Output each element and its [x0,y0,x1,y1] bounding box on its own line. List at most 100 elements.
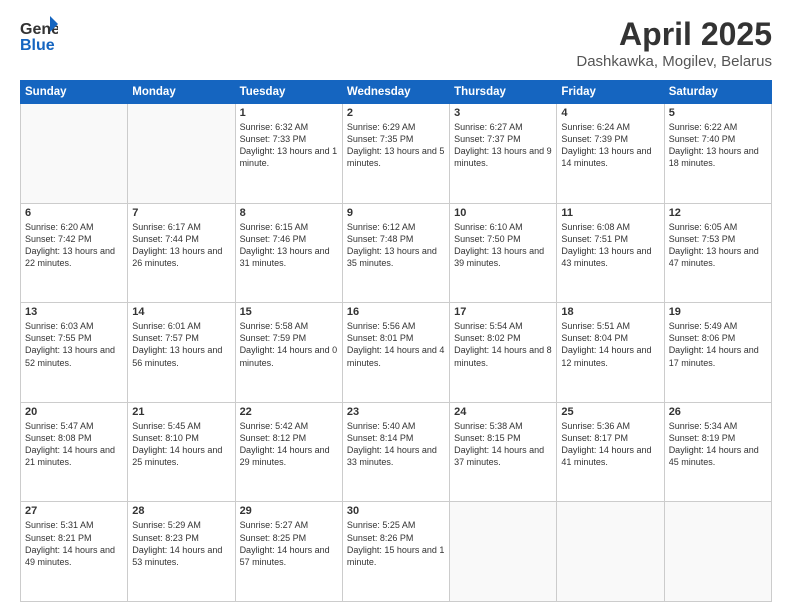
calendar-cell: 6Sunrise: 6:20 AM Sunset: 7:42 PM Daylig… [21,203,128,303]
month-title: April 2025 [576,16,772,53]
day-number: 10 [454,207,552,219]
calendar-cell: 3 Sunrise: 6:27 AM Sunset: 7:37 PM Daylig… [450,104,557,204]
page: General Blue April 2025 Dashkawka, Mogil… [0,0,792,612]
day-number: 16 [347,306,445,318]
calendar-cell: 26 Sunrise: 5:34 AM Sunset: 8:19 PM Dayli… [664,402,771,502]
day-number: 2 [347,107,445,119]
calendar-cell: 14 Sunrise: 6:01 AM Sunset: 7:57 PM Dayli… [128,303,235,403]
calendar-header-sunday: Sunday [21,81,128,104]
day-number: 11 [561,207,659,219]
day-info: Sunrise: 6:32 AM Sunset: 7:33 PM Dayligh… [240,121,338,170]
day-info: Sunrise: 6:17 AM Sunset: 7:44 PM Dayligh… [132,221,230,270]
day-info: Sunrise: 6:27 AM Sunset: 7:37 PM Dayligh… [454,121,552,170]
day-info: Sunrise: 5:54 AM Sunset: 8:02 PM Dayligh… [454,320,552,369]
calendar-cell: 20Sunrise: 5:47 AM Sunset: 8:08 PM Dayli… [21,402,128,502]
day-number: 6 [25,207,123,219]
calendar-cell: 16 Sunrise: 5:56 AM Sunset: 8:01 PM Dayli… [342,303,449,403]
day-info: Sunrise: 6:08 AM Sunset: 7:51 PM Dayligh… [561,221,659,270]
day-info: Sunrise: 5:34 AM Sunset: 8:19 PM Dayligh… [669,420,767,469]
day-number: 1 [240,107,338,119]
day-info: Sunrise: 5:29 AM Sunset: 8:23 PM Dayligh… [132,519,230,568]
day-info: Sunrise: 6:01 AM Sunset: 7:57 PM Dayligh… [132,320,230,369]
calendar-cell: 17 Sunrise: 5:54 AM Sunset: 8:02 PM Dayli… [450,303,557,403]
day-info: Sunrise: 6:22 AM Sunset: 7:40 PM Dayligh… [669,121,767,170]
calendar-header-tuesday: Tuesday [235,81,342,104]
day-info: Sunrise: 5:27 AM Sunset: 8:25 PM Dayligh… [240,519,338,568]
calendar-header-row: SundayMondayTuesdayWednesdayThursdayFrid… [21,81,772,104]
day-info: Sunrise: 6:10 AM Sunset: 7:50 PM Dayligh… [454,221,552,270]
calendar-cell: 28 Sunrise: 5:29 AM Sunset: 8:23 PM Dayli… [128,502,235,602]
calendar-cell: 9Sunrise: 6:12 AM Sunset: 7:48 PM Daylig… [342,203,449,303]
day-info: Sunrise: 5:49 AM Sunset: 8:06 PM Dayligh… [669,320,767,369]
calendar-header-monday: Monday [128,81,235,104]
calendar-cell [664,502,771,602]
day-number: 20 [25,406,123,418]
calendar-cell: 19 Sunrise: 5:49 AM Sunset: 8:06 PM Dayli… [664,303,771,403]
day-number: 26 [669,406,767,418]
day-number: 28 [132,505,230,517]
day-number: 14 [132,306,230,318]
day-number: 9 [347,207,445,219]
calendar-cell: 30 Sunrise: 5:25 AM Sunset: 8:26 PM Dayli… [342,502,449,602]
calendar-cell: 29 Sunrise: 5:27 AM Sunset: 8:25 PM Dayli… [235,502,342,602]
calendar-cell: 10 Sunrise: 6:10 AM Sunset: 7:50 PM Dayli… [450,203,557,303]
calendar-cell: 2 Sunrise: 6:29 AM Sunset: 7:35 PM Daylig… [342,104,449,204]
day-number: 8 [240,207,338,219]
day-number: 7 [132,207,230,219]
calendar-cell: 23 Sunrise: 5:40 AM Sunset: 8:14 PM Dayli… [342,402,449,502]
calendar-cell: 25 Sunrise: 5:36 AM Sunset: 8:17 PM Dayli… [557,402,664,502]
calendar-week-4: 20Sunrise: 5:47 AM Sunset: 8:08 PM Dayli… [21,402,772,502]
calendar-week-2: 6Sunrise: 6:20 AM Sunset: 7:42 PM Daylig… [21,203,772,303]
calendar-cell: 13 Sunrise: 6:03 AM Sunset: 7:55 PM Dayli… [21,303,128,403]
day-info: Sunrise: 5:51 AM Sunset: 8:04 PM Dayligh… [561,320,659,369]
day-number: 29 [240,505,338,517]
calendar-cell: 5Sunrise: 6:22 AM Sunset: 7:40 PM Daylig… [664,104,771,204]
calendar-cell [128,104,235,204]
day-number: 21 [132,406,230,418]
day-number: 24 [454,406,552,418]
calendar-cell [450,502,557,602]
day-info: Sunrise: 5:40 AM Sunset: 8:14 PM Dayligh… [347,420,445,469]
day-info: Sunrise: 6:05 AM Sunset: 7:53 PM Dayligh… [669,221,767,270]
calendar-cell: 8Sunrise: 6:15 AM Sunset: 7:46 PM Daylig… [235,203,342,303]
day-info: Sunrise: 6:03 AM Sunset: 7:55 PM Dayligh… [25,320,123,369]
calendar-cell: 11 Sunrise: 6:08 AM Sunset: 7:51 PM Dayli… [557,203,664,303]
calendar-header-wednesday: Wednesday [342,81,449,104]
day-number: 18 [561,306,659,318]
calendar-cell: 21Sunrise: 5:45 AM Sunset: 8:10 PM Dayli… [128,402,235,502]
calendar-cell: 4 Sunrise: 6:24 AM Sunset: 7:39 PM Daylig… [557,104,664,204]
calendar-header-friday: Friday [557,81,664,104]
day-info: Sunrise: 5:56 AM Sunset: 8:01 PM Dayligh… [347,320,445,369]
day-info: Sunrise: 6:29 AM Sunset: 7:35 PM Dayligh… [347,121,445,170]
header: General Blue April 2025 Dashkawka, Mogil… [20,16,772,70]
day-number: 4 [561,107,659,119]
svg-text:Blue: Blue [20,37,55,54]
calendar-table: SundayMondayTuesdayWednesdayThursdayFrid… [20,80,772,602]
calendar-cell: 1 Sunrise: 6:32 AM Sunset: 7:33 PM Daylig… [235,104,342,204]
calendar-cell: 27 Sunrise: 5:31 AM Sunset: 8:21 PM Dayli… [21,502,128,602]
day-number: 22 [240,406,338,418]
day-info: Sunrise: 5:25 AM Sunset: 8:26 PM Dayligh… [347,519,445,568]
day-info: Sunrise: 5:31 AM Sunset: 8:21 PM Dayligh… [25,519,123,568]
day-info: Sunrise: 5:58 AM Sunset: 7:59 PM Dayligh… [240,320,338,369]
day-number: 3 [454,107,552,119]
day-number: 17 [454,306,552,318]
title-block: April 2025 Dashkawka, Mogilev, Belarus [576,16,772,70]
calendar-cell: 22Sunrise: 5:42 AM Sunset: 8:12 PM Dayli… [235,402,342,502]
calendar-cell [557,502,664,602]
calendar-cell [21,104,128,204]
location-title: Dashkawka, Mogilev, Belarus [576,53,772,70]
calendar-cell: 18 Sunrise: 5:51 AM Sunset: 8:04 PM Dayli… [557,303,664,403]
day-number: 12 [669,207,767,219]
calendar-cell: 15Sunrise: 5:58 AM Sunset: 7:59 PM Dayli… [235,303,342,403]
calendar-cell: 12 Sunrise: 6:05 AM Sunset: 7:53 PM Dayli… [664,203,771,303]
day-number: 25 [561,406,659,418]
day-number: 23 [347,406,445,418]
day-number: 27 [25,505,123,517]
day-info: Sunrise: 5:36 AM Sunset: 8:17 PM Dayligh… [561,420,659,469]
day-number: 13 [25,306,123,318]
calendar-header-thursday: Thursday [450,81,557,104]
day-number: 19 [669,306,767,318]
day-info: Sunrise: 6:24 AM Sunset: 7:39 PM Dayligh… [561,121,659,170]
day-number: 30 [347,505,445,517]
